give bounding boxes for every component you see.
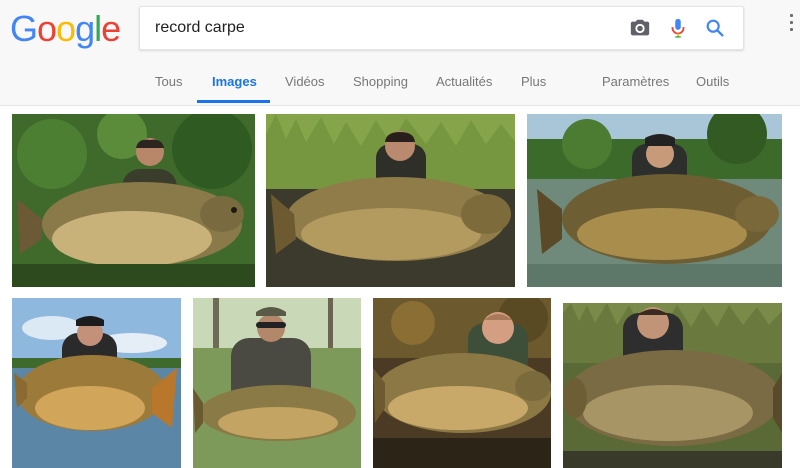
search-input[interactable] [155, 7, 595, 49]
logo-letter: l [94, 8, 102, 49]
microphone-icon[interactable] [667, 17, 689, 39]
tab-more[interactable]: Plus [521, 62, 546, 102]
search-box [139, 6, 744, 50]
image-results [0, 106, 800, 468]
image-result[interactable] [373, 298, 551, 468]
image-result[interactable] [193, 298, 361, 468]
search-tabs: Tous Images Vidéos Shopping Actualités P… [0, 62, 800, 105]
image-result[interactable] [12, 114, 255, 287]
tab-news[interactable]: Actualités [436, 62, 492, 102]
tab-all[interactable]: Tous [155, 62, 182, 102]
tab-videos[interactable]: Vidéos [285, 62, 325, 102]
search-icon[interactable] [704, 17, 726, 39]
tab-tools[interactable]: Outils [696, 62, 729, 102]
logo-letter: g [75, 8, 95, 49]
tab-images[interactable]: Images [212, 62, 257, 102]
image-result[interactable] [527, 114, 782, 287]
image-result[interactable] [12, 298, 181, 468]
header: Google Tous Images Vidéos Shopping Actua… [0, 0, 800, 106]
logo-letter: o [56, 8, 76, 49]
logo-letter: o [37, 8, 57, 49]
image-result[interactable] [563, 303, 782, 468]
image-result[interactable] [266, 114, 515, 287]
google-logo[interactable]: Google [10, 8, 121, 50]
logo-letter: e [101, 8, 121, 49]
tab-settings[interactable]: Paramètres [602, 62, 669, 102]
logo-letter: G [10, 8, 38, 49]
more-vert-icon[interactable] [789, 14, 795, 36]
tab-shopping[interactable]: Shopping [353, 62, 408, 102]
active-tab-indicator [197, 100, 270, 103]
camera-icon[interactable] [629, 17, 651, 39]
